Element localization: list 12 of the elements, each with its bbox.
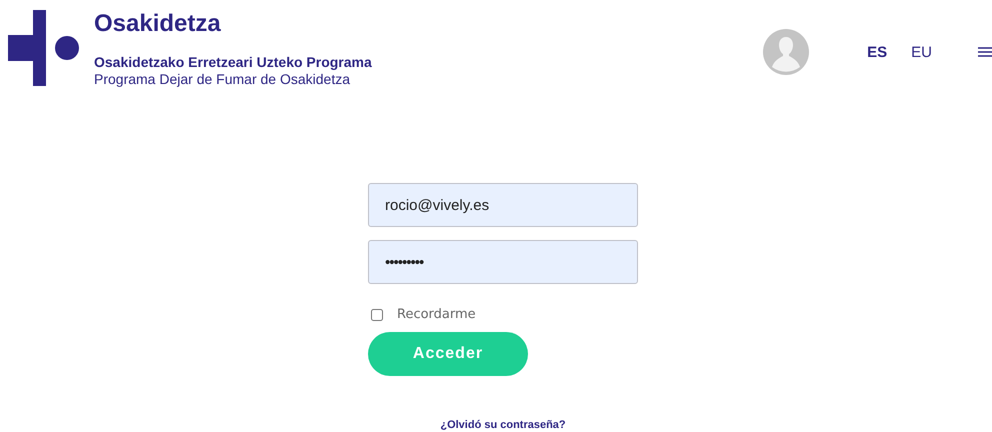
- forgot-password-link[interactable]: ¿Olvidó su contraseña?: [440, 419, 566, 431]
- language-link[interactable]: ES: [867, 44, 888, 60]
- email-field[interactable]: rocio@vively.es: [368, 183, 638, 227]
- brand-title: Osakidetza: [94, 10, 222, 38]
- logo-icon: [8, 10, 80, 86]
- remember-label: Recordarme: [397, 307, 476, 322]
- language-link[interactable]: EU: [911, 44, 932, 60]
- program-subtitle: Osakidetzako Erretzeari Uzteko Programa: [94, 54, 372, 71]
- remember-checkbox[interactable]: [371, 308, 383, 320]
- program-subtitle: Programa Dejar de Fumar de Osakidetza: [94, 71, 351, 88]
- password-field[interactable]: •••••••••: [368, 240, 638, 284]
- menu-icon[interactable]: [978, 46, 992, 58]
